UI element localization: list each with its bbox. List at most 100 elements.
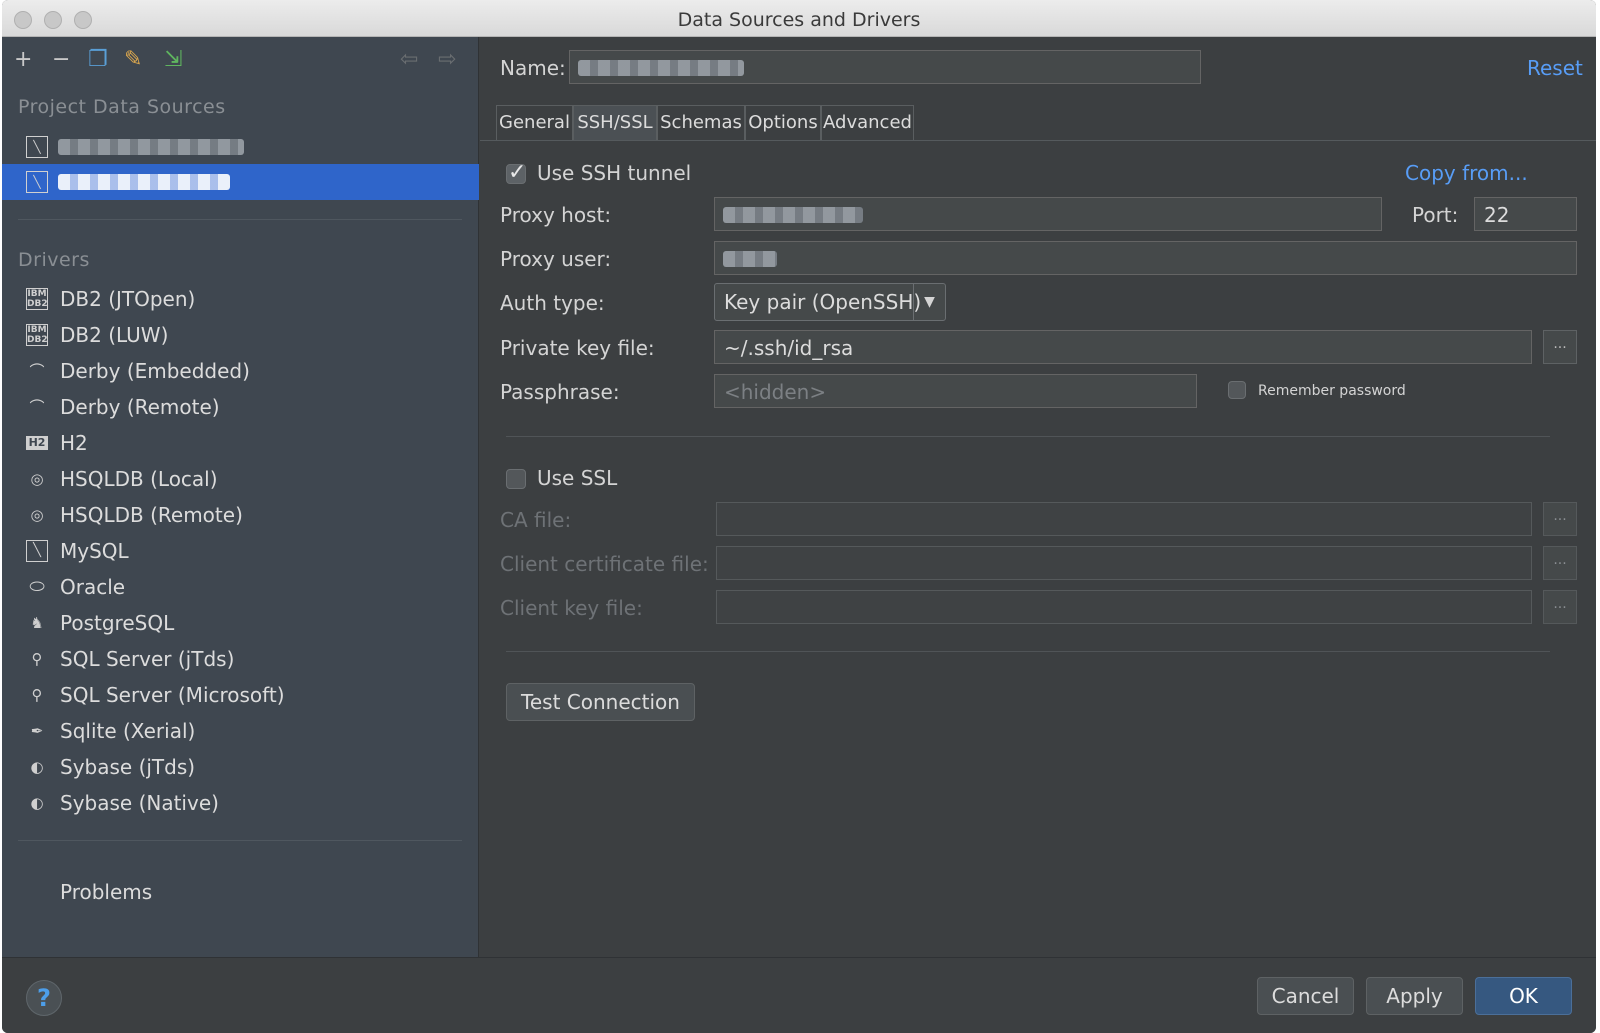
- browse-client-key-button[interactable]: ...: [1543, 590, 1577, 624]
- divider: [18, 840, 462, 841]
- derby-hat-icon: ⌒: [29, 362, 45, 380]
- passphrase-label: Passphrase:: [500, 380, 620, 404]
- sqlite-icon: ✒: [30, 722, 44, 740]
- private-key-input[interactable]: ~/.ssh/id_rsa: [714, 330, 1532, 364]
- redacted-name: [578, 60, 744, 76]
- test-connection-button[interactable]: Test Connection: [506, 683, 695, 721]
- ok-button[interactable]: OK: [1475, 977, 1572, 1015]
- name-input[interactable]: [569, 50, 1201, 84]
- driver-item-sybase-native[interactable]: ◐ Sybase (Native): [2, 785, 479, 821]
- tab-ssh-ssl[interactable]: SSH/SSL: [573, 105, 657, 141]
- use-ssh-label: Use SSH tunnel: [537, 161, 692, 185]
- auth-type-value: Key pair (OpenSSH): [724, 290, 922, 314]
- driver-label: SQL Server (Microsoft): [60, 683, 285, 707]
- mysql-icon: ╲: [26, 540, 48, 562]
- port-input[interactable]: 22: [1474, 197, 1577, 231]
- divider: [506, 436, 1550, 437]
- divider: [506, 651, 1550, 652]
- cancel-button[interactable]: Cancel: [1257, 977, 1354, 1015]
- chevron-down-icon[interactable]: ▼: [913, 284, 945, 320]
- copy-icon[interactable]: ❐: [88, 47, 108, 72]
- tab-general[interactable]: General: [496, 105, 573, 141]
- back-arrow-icon[interactable]: ⇦: [400, 47, 418, 72]
- drivers-title: Drivers: [18, 249, 90, 271]
- browse-private-key-button[interactable]: ...: [1543, 330, 1577, 364]
- driver-label: HSQLDB (Local): [60, 467, 218, 491]
- client-cert-input[interactable]: [716, 546, 1532, 580]
- left-panel: + − ❐ ✎ ⇲ ⇦ ⇨ Project Data Sources ╲ ╲ D…: [2, 37, 479, 957]
- browse-client-cert-button[interactable]: ...: [1543, 546, 1577, 580]
- import-icon[interactable]: ⇲: [164, 47, 182, 72]
- remove-icon[interactable]: −: [52, 47, 70, 72]
- driver-label: DB2 (JTOpen): [60, 287, 196, 311]
- driver-item-h2[interactable]: H2 H2: [2, 425, 479, 461]
- port-label: Port:: [1412, 203, 1459, 227]
- use-ssl-checkbox[interactable]: [506, 469, 526, 489]
- remember-password-label: Remember password: [1258, 383, 1406, 399]
- driver-item-sqlserver-jtds[interactable]: ⚲ SQL Server (jTds): [2, 641, 479, 677]
- tab-advanced[interactable]: Advanced: [821, 105, 914, 141]
- proxy-user-input[interactable]: [714, 241, 1577, 275]
- divider: [18, 219, 462, 220]
- tab-divider: [480, 140, 1596, 141]
- ca-file-label: CA file:: [500, 508, 572, 532]
- h2-icon: H2: [26, 436, 48, 450]
- driver-item-oracle[interactable]: ⬭ Oracle: [2, 569, 479, 605]
- data-source-item[interactable]: ╲: [2, 129, 479, 165]
- add-icon[interactable]: +: [14, 47, 32, 72]
- help-icon[interactable]: ?: [26, 980, 62, 1016]
- name-label: Name:: [500, 56, 566, 80]
- sqlserver-icon: ⚲: [31, 686, 43, 704]
- driver-label: PostgreSQL: [60, 611, 175, 635]
- driver-item-sqlite[interactable]: ✒ Sqlite (Xerial): [2, 713, 479, 749]
- dialog-footer: ? Cancel Apply OK: [2, 957, 1596, 1033]
- driver-item-db2-luw[interactable]: IBM DB2 DB2 (LUW): [2, 317, 479, 353]
- driver-label: DB2 (LUW): [60, 323, 169, 347]
- driver-item-sqlserver-microsoft[interactable]: ⚲ SQL Server (Microsoft): [2, 677, 479, 713]
- redacted-name: [58, 139, 244, 155]
- driver-item-mysql[interactable]: ╲ MySQL: [2, 533, 479, 569]
- derby-hat-icon: ⌒: [29, 398, 45, 416]
- properties-wrench-icon[interactable]: ✎: [124, 47, 142, 72]
- client-key-input[interactable]: [716, 590, 1532, 624]
- driver-item-db2-jtopen[interactable]: IBM DB2 DB2 (JTOpen): [2, 281, 479, 317]
- auth-type-select[interactable]: Key pair (OpenSSH) ▼: [714, 283, 946, 321]
- apply-button[interactable]: Apply: [1366, 977, 1463, 1015]
- ibm-db2-icon: IBM DB2: [26, 288, 48, 310]
- proxy-host-label: Proxy host:: [500, 203, 612, 227]
- port-value: 22: [1484, 203, 1510, 227]
- passphrase-placeholder: <hidden>: [724, 380, 827, 404]
- copy-from-link[interactable]: Copy from...: [1405, 161, 1528, 185]
- ca-file-input[interactable]: [716, 502, 1532, 536]
- private-key-value: ~/.ssh/id_rsa: [724, 336, 854, 360]
- driver-label: MySQL: [60, 539, 129, 563]
- driver-label: HSQLDB (Remote): [60, 503, 243, 527]
- redacted-host: [723, 207, 863, 223]
- data-source-item-selected[interactable]: ╲: [2, 164, 479, 200]
- sybase-icon: ◐: [30, 794, 44, 812]
- mysql-icon: ╲: [26, 171, 48, 193]
- driver-item-sybase-jtds[interactable]: ◐ Sybase (jTds): [2, 749, 479, 785]
- passphrase-input[interactable]: <hidden>: [714, 374, 1197, 408]
- reset-link[interactable]: Reset: [1527, 56, 1583, 80]
- browse-ca-file-button[interactable]: ...: [1543, 502, 1577, 536]
- driver-label: SQL Server (jTds): [60, 647, 235, 671]
- tab-schemas[interactable]: Schemas: [657, 105, 745, 141]
- client-key-label: Client key file:: [500, 596, 643, 620]
- problems-item[interactable]: Problems: [60, 880, 152, 904]
- proxy-user-label: Proxy user:: [500, 247, 612, 271]
- driver-item-derby-embedded[interactable]: ⌒ Derby (Embedded): [2, 353, 479, 389]
- driver-label: H2: [60, 431, 88, 455]
- data-sources-dialog: Data Sources and Drivers + − ❐ ✎ ⇲ ⇦ ⇨ P…: [2, 0, 1596, 1033]
- proxy-host-input[interactable]: [714, 197, 1382, 231]
- driver-item-hsqldb-remote[interactable]: ◎ HSQLDB (Remote): [2, 497, 479, 533]
- forward-arrow-icon[interactable]: ⇨: [438, 47, 456, 72]
- tab-options[interactable]: Options: [745, 105, 821, 141]
- driver-item-derby-remote[interactable]: ⌒ Derby (Remote): [2, 389, 479, 425]
- use-ssh-checkbox[interactable]: [506, 160, 526, 185]
- driver-label: Derby (Embedded): [60, 359, 250, 383]
- driver-item-postgresql[interactable]: ♞ PostgreSQL: [2, 605, 479, 641]
- driver-item-hsqldb-local[interactable]: ◎ HSQLDB (Local): [2, 461, 479, 497]
- remember-password-checkbox[interactable]: [1228, 381, 1246, 399]
- postgresql-icon: ♞: [30, 614, 44, 632]
